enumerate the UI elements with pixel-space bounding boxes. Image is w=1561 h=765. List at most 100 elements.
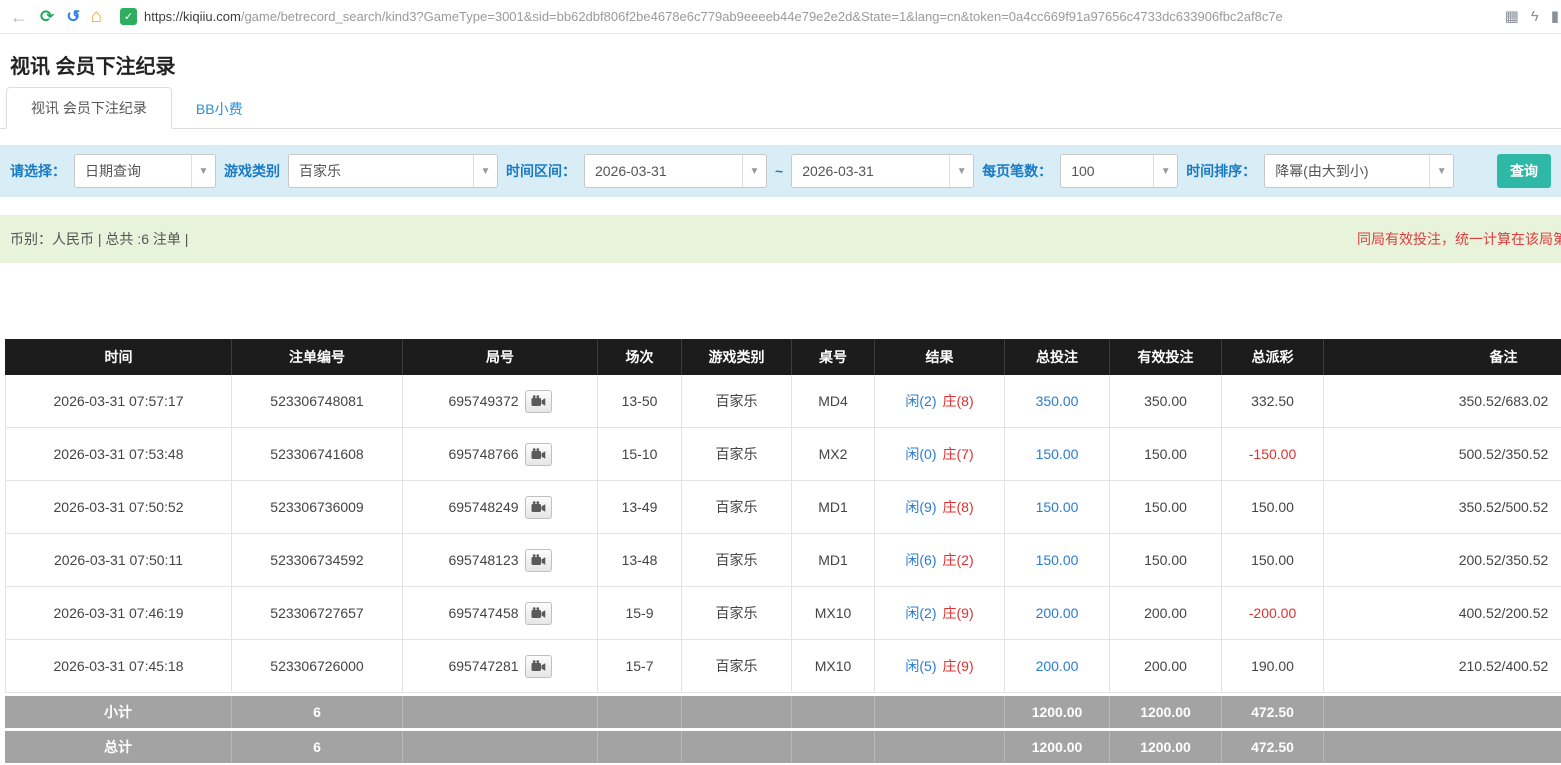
sort-select[interactable]: 降幂(由大到小) ▼ [1264,154,1454,188]
cell-bet-id: 523306734592 [232,534,403,586]
cell-remark: 350.52/500.52 [1324,481,1561,533]
sort-select-value: 降幂(由大到小) [1265,161,1429,181]
tab-bet-records[interactable]: 视讯 会员下注纪录 [6,87,172,129]
result-player: 闲(5) [905,656,936,676]
cell-game-type: 百家乐 [682,375,792,427]
cell-total-bet[interactable]: 150.00 [1005,534,1110,586]
video-replay-button[interactable] [525,496,552,519]
total-bet-link: 200.00 [1036,658,1079,674]
column-header-7: 总投注 [1005,339,1110,375]
subtotal-cell-5 [792,696,875,728]
cell-remark: 500.52/350.52 [1324,428,1561,480]
grand-total-cell-4 [682,731,792,763]
time-range-label: 时间区间： [506,161,576,181]
cell-total-bet[interactable]: 200.00 [1005,640,1110,692]
video-replay-button[interactable] [525,655,552,678]
cell-bet-id: 523306736009 [232,481,403,533]
cell-total-bet[interactable]: 350.00 [1005,375,1110,427]
video-replay-button[interactable] [525,390,552,413]
result-player: 闲(2) [905,391,936,411]
mode-label: 请选择： [10,161,66,181]
cell-bet-id: 523306748081 [232,375,403,427]
video-camera-icon [531,607,546,619]
payout-value: -200.00 [1249,605,1296,621]
page-title: 视讯 会员下注纪录 [0,34,1561,91]
cell-time: 2026-03-31 07:50:52 [5,481,232,533]
valid-bet-notice: 同局有效投注，统一计算在该局第 [1357,229,1561,249]
result-banker: 庄(8) [943,391,974,411]
game-type-select[interactable]: 百家乐 ▼ [288,154,498,188]
table-row: 2026-03-31 07:57:17523306748081695749372… [5,375,1561,428]
subtotal-cell-2 [403,696,598,728]
game-type-select-value: 百家乐 [289,161,473,181]
subtotal-cell-9: 472.50 [1222,696,1324,728]
lightning-icon[interactable]: ϟ [1531,9,1539,24]
refresh-icon[interactable]: ⟳ [40,8,54,25]
cell-round-id: 695748123 [403,534,598,586]
cell-table-no: MD1 [792,534,875,586]
grand-total-cell-2 [403,731,598,763]
table-grand-total-row: 总计61200.001200.00472.50 [5,731,1561,763]
video-replay-button[interactable] [525,443,552,466]
round-id-text: 695748766 [448,446,518,462]
cell-bet-id: 523306726000 [232,640,403,692]
undo-dropdown-icon[interactable]: ▾ [75,12,79,21]
cell-time: 2026-03-31 07:53:48 [5,428,232,480]
back-icon[interactable]: ← [10,8,28,26]
address-bar[interactable]: ✓ https://kiqiiu.com/game/betrecord_sear… [114,5,1493,29]
column-header-3: 场次 [598,339,682,375]
currency-total-text: 币别：人民币 | 总共 :6 注单 | [10,229,188,249]
cell-time: 2026-03-31 07:57:17 [5,375,232,427]
grand-total-label: 总计 [5,731,232,763]
cell-payout: 150.00 [1222,534,1324,586]
cell-bet-id: 523306741608 [232,428,403,480]
date-from-select[interactable]: 2026-03-31 ▼ [584,154,767,188]
cell-time: 2026-03-31 07:45:18 [5,640,232,692]
cell-time: 2026-03-31 07:50:11 [5,534,232,586]
cell-result: 闲(6)庄(2) [875,534,1005,586]
result-banker: 庄(7) [943,444,974,464]
payout-value: 150.00 [1251,552,1294,568]
tab-bb-tip[interactable]: BB小费 [172,89,267,129]
video-replay-button[interactable] [525,602,552,625]
grand-total-cell-8: 1200.00 [1110,731,1222,763]
cell-table-no: MD4 [792,375,875,427]
column-header-9: 总派彩 [1222,339,1324,375]
cell-total-bet[interactable]: 200.00 [1005,587,1110,639]
chevron-down-icon: ▼ [191,155,215,187]
clipped-icon[interactable]: ▮ [1551,9,1559,24]
total-bet-link: 350.00 [1036,393,1079,409]
page-size-select[interactable]: 100 ▼ [1060,154,1178,188]
grand-total-cell-5 [792,731,875,763]
table-row: 2026-03-31 07:50:11523306734592 695748123… [5,534,1561,587]
mode-select-value: 日期查询 [75,161,191,181]
cell-payout: 190.00 [1222,640,1324,692]
payout-value: 150.00 [1251,499,1294,515]
security-shield-icon: ✓ [120,8,137,25]
search-button[interactable]: 查询 [1497,154,1551,188]
total-bet-link: 150.00 [1036,446,1079,462]
date-to-value: 2026-03-31 [792,163,949,179]
table-header-row: 时间注单编号局号场次游戏类别桌号结果总投注有效投注总派彩备注 [5,339,1561,375]
cell-total-bet[interactable]: 150.00 [1005,428,1110,480]
home-icon[interactable]: ⌂ [91,7,102,26]
mode-select[interactable]: 日期查询 ▼ [74,154,216,188]
cell-round-id: 695748766 [403,428,598,480]
video-replay-button[interactable] [525,549,552,572]
cell-result: 闲(2) 庄(8) [875,375,1005,427]
table-subtotal-row: 小计61200.001200.00472.50 [5,696,1561,728]
cell-round-id: 695747458 [403,587,598,639]
grid-icon[interactable]: ▦ [1505,9,1519,24]
round-id-text: 695748123 [448,552,518,568]
date-to-select[interactable]: 2026-03-31 ▼ [791,154,974,188]
total-bet-link: 150.00 [1036,499,1079,515]
grand-total-cell-3 [598,731,682,763]
video-camera-icon [531,501,546,513]
table-row: 2026-03-31 07:45:18523306726000695747281… [5,640,1561,693]
tab-bar: 视讯 会员下注纪录 BB小费 [0,91,1561,129]
payout-value: 190.00 [1251,658,1294,674]
cell-total-bet[interactable]: 150.00 [1005,481,1110,533]
cell-session: 13-48 [598,534,682,586]
grand-total-cell-9: 472.50 [1222,731,1324,763]
video-camera-icon [531,660,546,672]
